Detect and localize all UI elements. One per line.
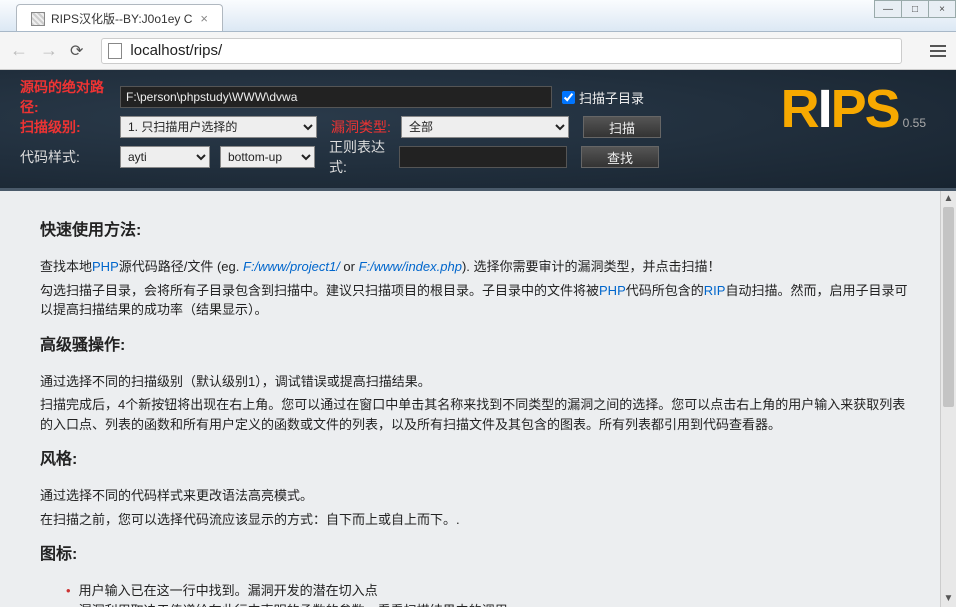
icon-legend-list: 用户输入已在这一行中找到。漏洞开发的潜在切入点 漏洞利用取决于传递给在此行中声明…: [40, 581, 916, 607]
logo-text: RIPS: [781, 82, 899, 136]
reload-icon[interactable]: ⟳: [70, 41, 83, 61]
heading-advanced: 高级骚操作:: [40, 334, 916, 358]
style-select[interactable]: ayti: [120, 146, 210, 168]
direction-select[interactable]: bottom-up: [220, 146, 315, 168]
regex-label: 正则表达式:: [329, 137, 399, 177]
scroll-thumb[interactable]: [943, 207, 954, 407]
para-3: 通过选择不同的扫描级别（默认级别1），调试错误或提高扫描结果。: [40, 372, 916, 392]
legend-item-orange: 漏洞利用取决于传递给在此行中声明的函数的参数。看看扫描结果中的调用。: [66, 601, 916, 607]
heading-quickstart: 快速使用方法:: [40, 219, 916, 243]
browser-toolbar: ← → ⟳ localhost/rips/: [0, 32, 956, 70]
search-button[interactable]: 查找: [581, 146, 659, 168]
para-1: 查找本地PHP源代码路径/文件 (eg. F:/www/project1/ or…: [40, 257, 916, 277]
vuln-select[interactable]: 全部: [401, 116, 569, 138]
vuln-label: 漏洞类型:: [331, 117, 401, 137]
window-controls: — □ ×: [875, 0, 956, 18]
url-bar[interactable]: localhost/rips/: [101, 38, 902, 64]
level-label: 扫描级别:: [20, 117, 120, 137]
tab-title: RIPS汉化版--BY:J0o1ey C: [51, 10, 192, 27]
scroll-down-icon[interactable]: ▼: [941, 591, 956, 607]
favicon: [31, 12, 45, 26]
legend-item-red: 用户输入已在这一行中找到。漏洞开发的潜在切入点: [66, 581, 916, 601]
rips-config-panel: 源码的绝对路径: 扫描子目录 扫描级别: 1. 只扫描用户选择的 漏洞类型: 全…: [0, 70, 956, 191]
path-input[interactable]: [120, 86, 552, 108]
close-window-button[interactable]: ×: [928, 0, 956, 18]
path-label: 源码的绝对路径:: [20, 77, 120, 117]
level-select[interactable]: 1. 只扫描用户选择的: [120, 116, 317, 138]
subdir-label: 扫描子目录: [579, 88, 644, 107]
para-4: 扫描完成后，4个新按钮将出现在右上角。您可以通过在窗口中单击其名称来找到不同类型…: [40, 395, 916, 434]
browser-titlebar: RIPS汉化版--BY:J0o1ey C × — □ ×: [0, 0, 956, 32]
logo-version: 0.55: [903, 116, 926, 130]
forward-button[interactable]: →: [40, 40, 58, 61]
style-label: 代码样式:: [20, 147, 120, 167]
page-icon: [108, 43, 122, 59]
para-6: 在扫描之前，您可以选择代码流应该显示的方式：自下而上或自上而下。.: [40, 510, 916, 530]
back-button[interactable]: ←: [10, 40, 28, 61]
minimize-button[interactable]: —: [874, 0, 902, 18]
subdir-checkbox[interactable]: [562, 91, 575, 104]
maximize-button[interactable]: □: [901, 0, 929, 18]
para-5: 通过选择不同的代码样式来更改语法高亮模式。: [40, 486, 916, 506]
heading-style: 风格:: [40, 448, 916, 472]
scrollbar-vertical[interactable]: ▲ ▼: [940, 191, 956, 607]
para-2: 勾选扫描子目录，会将所有子目录包含到扫描中。建议只扫描项目的根目录。子目录中的文…: [40, 281, 916, 320]
regex-input[interactable]: [399, 146, 567, 168]
subdir-checkbox-wrap[interactable]: 扫描子目录: [562, 88, 644, 107]
nav-arrows: ← →: [10, 40, 58, 61]
heading-icons: 图标:: [40, 543, 916, 567]
chrome-menu-icon[interactable]: [930, 45, 946, 57]
scan-button[interactable]: 扫描: [583, 116, 661, 138]
rips-logo: RIPS 0.55: [781, 82, 926, 136]
url-text: localhost/rips/: [130, 42, 222, 59]
help-content: 快速使用方法: 查找本地PHP源代码路径/文件 (eg. F:/www/proj…: [0, 191, 956, 607]
scroll-up-icon[interactable]: ▲: [941, 191, 956, 207]
browser-tab[interactable]: RIPS汉化版--BY:J0o1ey C ×: [16, 4, 223, 31]
close-tab-icon[interactable]: ×: [200, 11, 208, 26]
